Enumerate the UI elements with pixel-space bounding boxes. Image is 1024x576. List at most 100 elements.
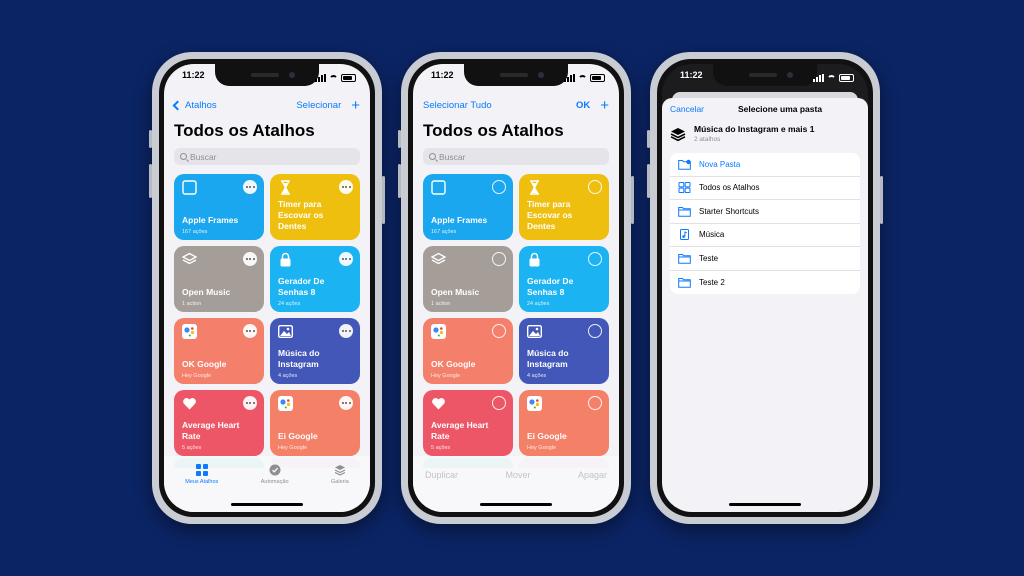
- shortcut-subtitle: 24 ações: [527, 301, 550, 307]
- shortcut-card[interactable]: Ei Google Hey Google: [270, 390, 360, 456]
- back-button[interactable]: Atalhos: [172, 99, 217, 111]
- shortcut-subtitle: Hey Google: [182, 373, 212, 379]
- chevron-left-icon: [172, 100, 183, 110]
- folder-item[interactable]: Todos os Atalhos: [670, 177, 860, 200]
- shortcut-card[interactable]: Gerador De Senhas 8 24 ações: [270, 246, 360, 312]
- side-button: [398, 164, 401, 198]
- more-options-button[interactable]: [339, 324, 353, 338]
- selection-circle[interactable]: [588, 252, 602, 266]
- more-options-button[interactable]: [243, 396, 257, 410]
- tab-gallery[interactable]: Galeria: [331, 464, 349, 512]
- heart-icon: [182, 396, 197, 411]
- shortcut-card[interactable]: Average Heart Rate 5 ações: [423, 390, 513, 456]
- shortcut-title: Open Music: [431, 287, 480, 297]
- screen: 11:22 Atalhos Selecionar + Todos os Atal…: [164, 64, 370, 512]
- shortcut-card[interactable]: Música do Instagram 4 ações: [270, 318, 360, 384]
- status-time: 11:22: [680, 70, 703, 80]
- wifi-icon: [827, 74, 836, 82]
- wifi-icon: [578, 74, 587, 82]
- add-shortcut-button[interactable]: +: [351, 98, 360, 113]
- side-button: [398, 130, 401, 148]
- selection-circle[interactable]: [492, 396, 506, 410]
- heart-icon: [431, 396, 446, 411]
- folder-item[interactable]: Teste: [670, 247, 860, 271]
- music-doc-icon: [680, 229, 689, 241]
- shortcut-card[interactable]: Average Heart Rate 5 ações: [174, 390, 264, 456]
- shortcut-card[interactable]: OK Google Hey Google: [423, 318, 513, 384]
- selection-circle[interactable]: [588, 324, 602, 338]
- nav-bar: Selecionar Tudo OK +: [423, 96, 609, 114]
- shortcut-title: Apple Frames: [431, 215, 488, 225]
- folder-item[interactable]: Música: [670, 224, 860, 247]
- tab-my-shortcuts[interactable]: Meus Atalhos: [185, 464, 218, 512]
- side-button: [647, 164, 650, 198]
- battery-icon: [590, 74, 605, 82]
- screen: 11:22 Cancelar Selecione uma pasta Músic…: [662, 64, 868, 512]
- status-bar: 11:22: [662, 70, 868, 86]
- back-label: Atalhos: [185, 99, 217, 111]
- shortcut-title: Open Music: [182, 287, 231, 297]
- tab-label: Meus Atalhos: [185, 479, 219, 485]
- folder-label: Teste: [699, 253, 719, 263]
- folder-label: Nova Pasta: [699, 159, 741, 169]
- status-bar: 11:22: [413, 70, 619, 86]
- shortcut-card[interactable]: Gerador De Senhas 8 24 ações: [519, 246, 609, 312]
- shortcut-title: Average Heart Rate: [431, 420, 489, 441]
- shortcut-title: Música do Instagram: [527, 348, 569, 369]
- more-options-button[interactable]: [339, 396, 353, 410]
- shortcut-title: OK Google: [431, 359, 476, 369]
- selection-circle[interactable]: [492, 252, 506, 266]
- duplicate-button[interactable]: Duplicar: [425, 470, 458, 512]
- folder-item[interactable]: Teste 2: [670, 271, 860, 295]
- add-shortcut-button[interactable]: +: [600, 98, 609, 113]
- search-input[interactable]: Buscar: [174, 148, 360, 165]
- select-button[interactable]: Selecionar: [296, 100, 341, 111]
- shortcut-subtitle: 5 ações: [431, 445, 451, 451]
- google-assistant-icon: [278, 396, 293, 411]
- gallery-icon: [334, 465, 346, 476]
- shortcut-card[interactable]: Música do Instagram 4 ações: [519, 318, 609, 384]
- shortcut-subtitle: Hey Google: [431, 373, 461, 379]
- photo-icon: [526, 324, 543, 339]
- side-button: [149, 130, 152, 148]
- delete-button[interactable]: Apagar: [578, 470, 607, 512]
- select-all-button[interactable]: Selecionar Tudo: [423, 100, 492, 111]
- shortcut-card[interactable]: Apple Frames 167 ações: [423, 174, 513, 240]
- shortcut-card[interactable]: Timer para Escovar os Dentes: [270, 174, 360, 240]
- ok-button[interactable]: OK: [576, 100, 590, 111]
- selection-name: Música do Instagram e mais 1: [694, 124, 815, 134]
- folder-item[interactable]: Starter Shortcuts: [670, 200, 860, 224]
- shortcut-card[interactable]: Open Music 1 action: [174, 246, 264, 312]
- shortcut-card[interactable]: Ei Google Hey Google: [519, 390, 609, 456]
- shortcut-grid: Apple Frames 167 ações Timer para Escovar …: [423, 174, 609, 456]
- more-options-button[interactable]: [243, 252, 257, 266]
- more-options-button[interactable]: [339, 180, 353, 194]
- shortcut-subtitle: Hey Google: [278, 445, 308, 451]
- more-options-button[interactable]: [339, 252, 353, 266]
- wifi-icon: [329, 74, 338, 82]
- shortcut-title: Gerador De Senhas 8: [278, 276, 325, 297]
- shortcut-card[interactable]: Timer para Escovar os Dentes: [519, 174, 609, 240]
- more-options-button[interactable]: [243, 324, 257, 338]
- folder-label: Starter Shortcuts: [699, 206, 760, 216]
- phone-folder-picker: 11:22 Cancelar Selecione uma pasta Músic…: [647, 52, 883, 524]
- signal-icon: [813, 74, 824, 82]
- selection-circle[interactable]: [492, 324, 506, 338]
- shortcut-subtitle: 4 ações: [527, 373, 547, 379]
- tab-label: Galeria: [331, 479, 349, 485]
- battery-icon: [341, 74, 356, 82]
- more-options-button[interactable]: [243, 180, 257, 194]
- shortcut-card[interactable]: Open Music 1 action: [423, 246, 513, 312]
- shortcut-card[interactable]: Apple Frames 167 ações: [174, 174, 264, 240]
- photo-icon: [277, 324, 294, 339]
- selection-circle[interactable]: [492, 180, 506, 194]
- square-icon: [182, 180, 197, 195]
- search-input[interactable]: Buscar: [423, 148, 609, 165]
- hourglass-icon: [527, 180, 542, 195]
- hourglass-icon: [278, 180, 293, 195]
- google-assistant-icon: [182, 324, 197, 339]
- new-folder-item[interactable]: Nova Pasta: [670, 153, 860, 177]
- selection-circle[interactable]: [588, 396, 602, 410]
- shortcut-card[interactable]: OK Google Hey Google: [174, 318, 264, 384]
- selection-circle[interactable]: [588, 180, 602, 194]
